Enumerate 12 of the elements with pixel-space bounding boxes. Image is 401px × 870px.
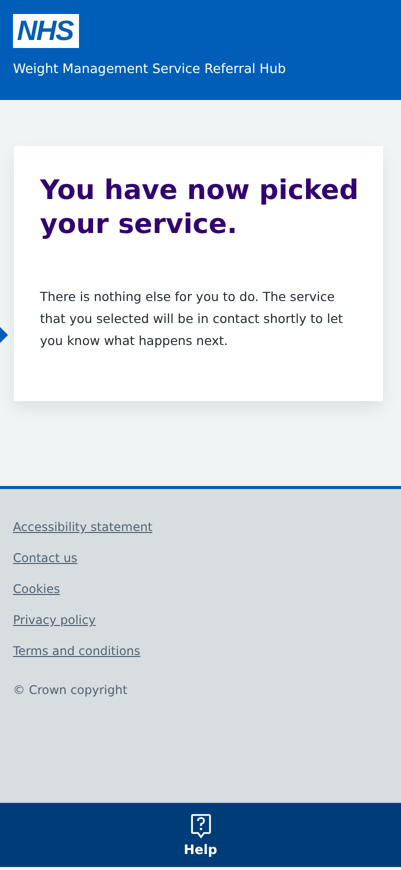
footer-link[interactable]: Accessibility statement <box>13 520 152 535</box>
footer-link[interactable]: Privacy policy <box>13 613 96 628</box>
copyright-text: © Crown copyright <box>13 683 128 697</box>
footer-link[interactable]: Contact us <box>13 551 78 566</box>
confirmation-heading: You have now picked your service. <box>40 174 360 242</box>
service-name: Weight Management Service Referral Hub <box>13 62 287 77</box>
confirmation-message: There is nothing else for you to do. The service that you selected will be in contact shortly to let you know what happens next. <box>40 288 344 350</box>
nhs-logo[interactable]: NHS <box>13 14 80 48</box>
help-icon <box>190 813 212 839</box>
help-button[interactable]: Help <box>180 803 222 858</box>
footer-link[interactable]: Cookies <box>13 582 60 597</box>
footer-link[interactable]: Terms and conditions <box>13 644 140 659</box>
